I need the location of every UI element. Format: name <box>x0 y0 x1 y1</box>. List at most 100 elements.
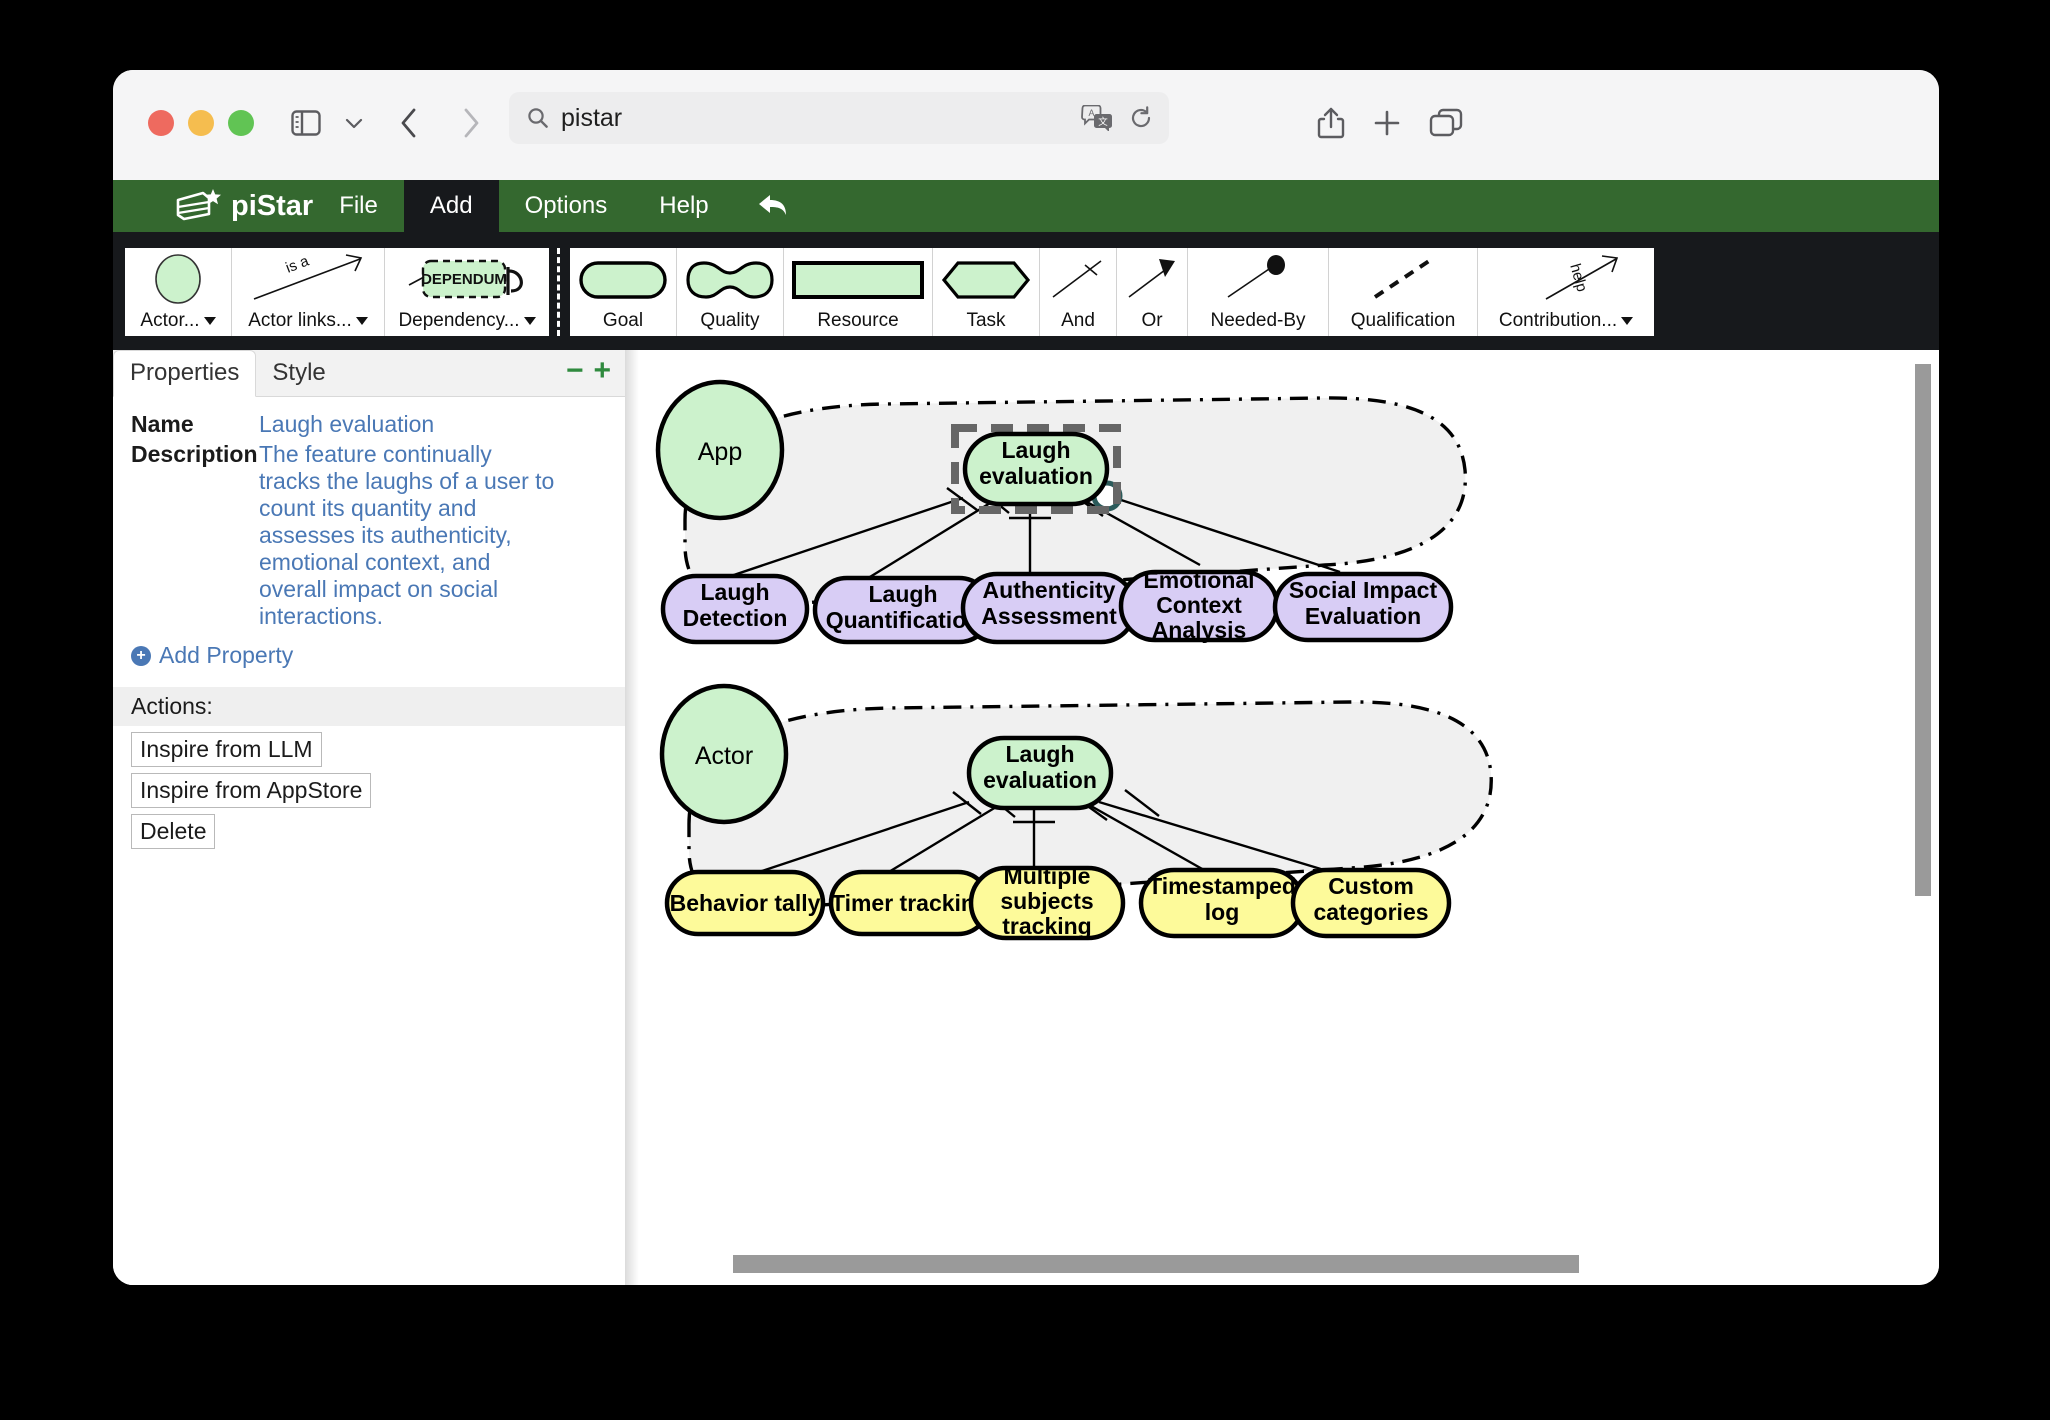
task-node-emotional-context-analysis[interactable]: Emotional Context Analysis <box>1118 567 1280 643</box>
svg-text:Behavior tally: Behavior tally <box>670 890 821 916</box>
sidebar-icon[interactable] <box>285 102 327 144</box>
chevron-down-icon[interactable] <box>523 317 536 325</box>
add-property-button[interactable]: + Add Property <box>131 642 607 669</box>
svg-text:log: log <box>1205 899 1240 925</box>
svg-text:evaluation: evaluation <box>983 767 1097 793</box>
task-node-laugh-detection[interactable]: Laugh Detection <box>660 573 810 645</box>
forward-chevron-icon[interactable] <box>451 102 491 144</box>
diagram-canvas[interactable]: App Laugh evaluation Laugh Detection Lau… <box>625 350 1939 1285</box>
tab-overview-icon[interactable] <box>1424 102 1468 144</box>
horizontal-scrollbar[interactable] <box>733 1255 1579 1273</box>
inspire-from-llm-button[interactable]: Inspire from LLM <box>131 732 322 768</box>
svg-text:Custom: Custom <box>1328 873 1414 899</box>
goal-node-app-root[interactable]: Laugh evaluation <box>962 431 1110 507</box>
undo-arrow-icon[interactable] <box>735 180 811 232</box>
task-node-behavior-tally[interactable]: Behavior tally <box>664 869 826 937</box>
vertical-scrollbar[interactable] <box>1915 364 1931 896</box>
svg-text:Emotional: Emotional <box>1143 567 1254 593</box>
or-link-icon <box>1117 248 1187 310</box>
actor-label-app: App <box>698 438 742 466</box>
canvas-edge-shadow <box>625 350 639 1285</box>
qualification-link-icon <box>1329 248 1477 310</box>
menu-options[interactable]: Options <box>499 180 634 232</box>
palette-needed-by-label: Needed-By <box>1210 310 1306 331</box>
plus-icon[interactable] <box>1366 102 1408 144</box>
svg-text:Detection: Detection <box>683 605 788 631</box>
palette-contribution-label: Contribution... <box>1498 310 1618 331</box>
palette-goal-button[interactable]: Goal <box>570 248 677 336</box>
palette-quality-button[interactable]: Quality <box>677 248 784 336</box>
brand-label: piStar <box>231 189 314 222</box>
svg-text:Authenticity: Authenticity <box>983 577 1116 603</box>
zoom-out-button[interactable]: − <box>566 356 584 386</box>
svg-text:Evaluation: Evaluation <box>1305 603 1421 629</box>
chevron-down-icon[interactable] <box>203 317 216 325</box>
menu-file[interactable]: File <box>313 180 404 232</box>
actor-label-actor: Actor <box>695 742 753 770</box>
add-property-label: Add Property <box>159 642 294 669</box>
chevron-down-icon[interactable] <box>355 317 368 325</box>
menu-help[interactable]: Help <box>633 180 734 232</box>
palette-group-elements: Goal Quality Resource Task And Or Needed… <box>570 248 1654 336</box>
close-window-button[interactable] <box>148 110 174 136</box>
task-node-custom-categories[interactable]: Custom categories <box>1290 867 1452 939</box>
contribution-link-icon: help <box>1478 248 1654 310</box>
palette-divider <box>557 248 562 336</box>
svg-text:Social Impact: Social Impact <box>1289 577 1438 603</box>
plus-icon: + <box>131 645 151 666</box>
palette-qualification-button[interactable]: Qualification <box>1329 248 1478 336</box>
delete-button[interactable]: Delete <box>131 814 216 850</box>
task-node-timestamped-log[interactable]: Timestamped log <box>1138 867 1306 939</box>
svg-text:categories: categories <box>1313 899 1428 925</box>
translate-icon[interactable]: A 文 <box>1081 105 1115 131</box>
browser-window: pistar A 文 piStar File Add Options Help … <box>113 70 1939 1285</box>
address-bar[interactable]: pistar A 文 <box>509 92 1169 144</box>
minimize-window-button[interactable] <box>188 110 214 136</box>
svg-text:文: 文 <box>1098 116 1108 128</box>
svg-text:Context: Context <box>1156 592 1242 618</box>
palette-and-label: And <box>1061 310 1095 331</box>
svg-text:Assessment: Assessment <box>981 603 1117 629</box>
palette-task-button[interactable]: Task <box>933 248 1040 336</box>
zoom-in-button[interactable]: + <box>593 356 611 386</box>
palette-contribution-button[interactable]: help Contribution... <box>1478 248 1654 336</box>
share-icon[interactable] <box>1310 102 1352 144</box>
chevron-down-icon[interactable] <box>339 102 369 144</box>
task-node-authenticity-assessment[interactable]: Authenticity Assessment <box>960 571 1138 645</box>
palette-actor-label: Actor... <box>140 310 200 331</box>
task-node-timer-tracking[interactable]: Timer tracking <box>828 869 992 937</box>
task-node-multiple-subjects-tracking[interactable]: Multiple subjects tracking <box>968 863 1126 941</box>
pistar-logo: piStar <box>113 180 313 232</box>
tab-style[interactable]: Style <box>256 351 341 396</box>
actor-node-app[interactable]: App <box>655 379 785 521</box>
pistar-menubar: piStar File Add Options Help <box>113 180 1939 232</box>
chevron-down-icon[interactable] <box>1621 317 1634 325</box>
palette-actor-links-button[interactable]: is a Actor links... <box>232 248 385 336</box>
palette-resource-button[interactable]: Resource <box>784 248 933 336</box>
tab-properties[interactable]: Properties <box>113 350 257 397</box>
address-bar-text: pistar <box>561 103 623 132</box>
reload-icon[interactable] <box>1129 106 1153 130</box>
svg-text:Laugh: Laugh <box>1006 741 1075 767</box>
property-value-name[interactable]: Laugh evaluation <box>259 411 434 438</box>
panel-zoom-controls: − + <box>566 356 611 386</box>
palette-and-button[interactable]: And <box>1040 248 1117 336</box>
goal-node-actor-root[interactable]: Laugh evaluation <box>966 735 1114 811</box>
menu-add[interactable]: Add <box>403 180 499 232</box>
svg-text:Timer tracking: Timer tracking <box>831 890 989 916</box>
palette-needed-by-button[interactable]: Needed-By <box>1188 248 1329 336</box>
maximize-window-button[interactable] <box>228 110 254 136</box>
properties-panel: Properties Style − + Name Laugh evaluati… <box>113 350 625 1285</box>
task-node-social-impact-evaluation[interactable]: Social Impact Evaluation <box>1272 571 1454 643</box>
property-value-description[interactable]: The feature continually tracks the laugh… <box>259 441 559 631</box>
back-chevron-icon[interactable] <box>389 102 429 144</box>
actor-node-actor[interactable]: Actor <box>659 683 789 825</box>
palette-dependency-button[interactable]: DEPENDUM Dependency... <box>385 248 549 336</box>
cake-star-icon <box>175 188 221 224</box>
inspire-from-appstore-button[interactable]: Inspire from AppStore <box>131 773 372 809</box>
istar-diagram[interactable]: App Laugh evaluation Laugh Detection Lau… <box>625 350 1939 1285</box>
palette-actor-button[interactable]: Actor... <box>125 248 232 336</box>
palette-dependency-label: Dependency... <box>398 310 520 331</box>
palette-or-button[interactable]: Or <box>1117 248 1188 336</box>
svg-text:Laugh: Laugh <box>701 579 770 605</box>
